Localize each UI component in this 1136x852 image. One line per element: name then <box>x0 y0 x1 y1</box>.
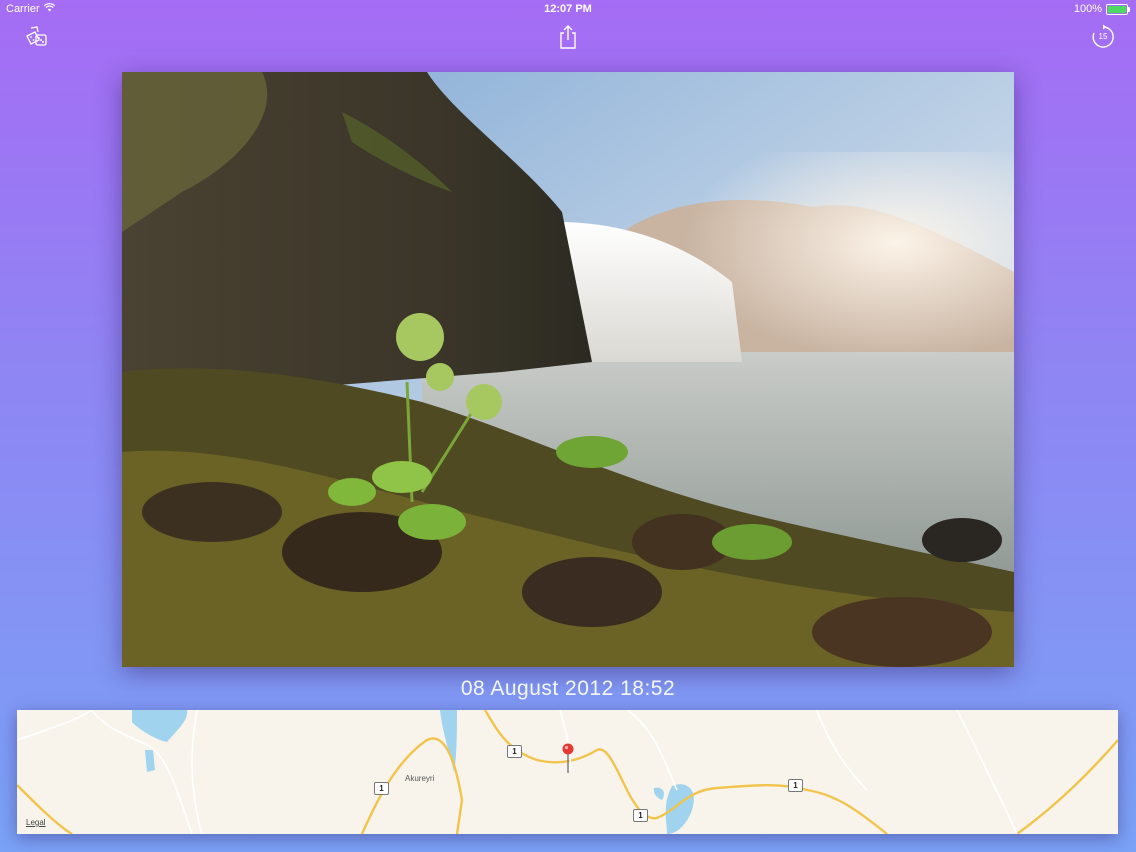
photo-viewer[interactable] <box>122 72 1014 667</box>
clock-time: 12:07 PM <box>544 3 592 15</box>
waterfall-photo <box>122 72 1014 667</box>
replay-15-button[interactable]: 15 <box>1088 22 1118 52</box>
replay-seconds-label: 15 <box>1098 32 1108 41</box>
share-button[interactable] <box>553 22 583 52</box>
road-shield: 1 <box>633 809 648 822</box>
road-shield: 1 <box>507 745 522 758</box>
road-shield: 1 <box>374 782 389 795</box>
status-right: 100% <box>1073 3 1130 15</box>
location-map[interactable]: 1 1 1 1 Legal <box>17 710 1118 834</box>
map-canvas <box>17 710 1118 834</box>
battery-percent: 100% <box>1073 3 1102 15</box>
dice-icon <box>26 26 47 46</box>
status-bar: Carrier 12:07 PM 100% <box>0 0 1136 18</box>
battery-icon <box>1106 3 1130 15</box>
photo-date-label: 08 August 2012 18:52 <box>460 677 676 700</box>
map-town-label: Akureyri <box>405 774 435 783</box>
share-icon <box>560 25 576 49</box>
map-legal-link[interactable]: Legal <box>26 818 46 827</box>
random-photo-button[interactable] <box>22 22 52 52</box>
road-shield: 1 <box>788 779 803 792</box>
